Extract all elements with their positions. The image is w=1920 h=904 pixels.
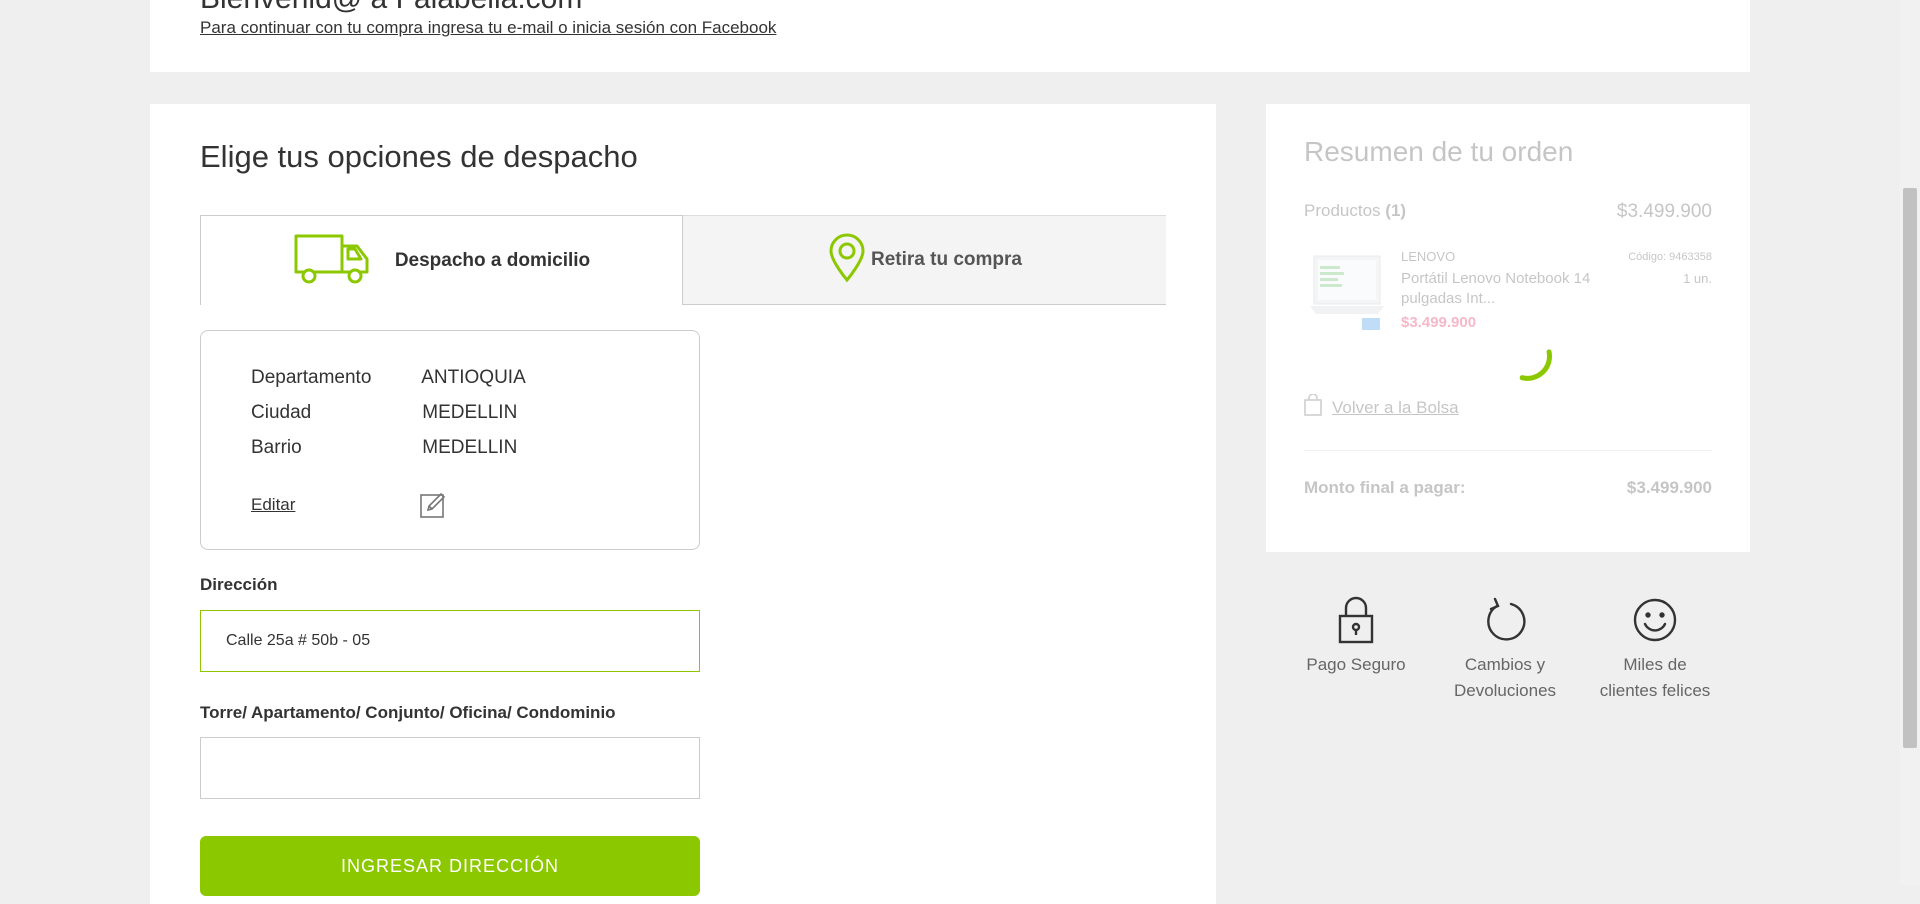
smiley-icon [1580,596,1730,644]
address-label: Dirección [200,575,278,594]
refresh-icon [1430,596,1580,644]
edit-pencil-icon[interactable] [419,491,447,519]
total-label: Monto final a pagar: [1304,478,1466,497]
location-row-barrio: Barrio MEDELLIN [251,437,517,459]
location-pin-icon [827,233,867,288]
location-label: Ciudad [251,402,312,423]
submit-address-button[interactable]: INGRESAR DIRECCIÓN [200,836,700,896]
tab-home-delivery-label: Despacho a domicilio [394,249,591,271]
product-brand: LENOVO [1401,249,1456,264]
location-row-departamento: Departamento ANTIOQUIA [251,367,526,389]
order-summary-card: Resumen de tu orden Productos (1) $3.499… [1266,104,1750,552]
total-value: $3.499.900 [1626,478,1712,497]
product-image [1310,254,1385,334]
summary-title: Resumen de tu orden [1304,136,1574,167]
location-label: Departamento [251,367,372,388]
location-value: MEDELLIN [422,402,518,423]
badge-line1: Pago Seguro [1306,655,1406,674]
address-input[interactable] [200,610,700,672]
page-title: Elige tus opciones de despacho [200,139,638,174]
badge-line2: clientes felices [1599,681,1711,700]
shipping-tabs: Despacho a domicilio Retira tu compra [200,215,1166,305]
badge-returns: Cambios y Devoluciones [1430,596,1580,704]
location-value: MEDELLIN [422,437,518,458]
welcome-title: Bienvenid@ a Falabella.com [200,0,582,16]
lock-icon [1281,596,1431,644]
tab-store-pickup-label: Retira tu compra [871,249,1022,270]
scrollbar-thumb[interactable] [1903,188,1917,748]
products-count: (1) [1385,201,1407,220]
back-to-bag-link[interactable]: Volver a la Bolsa [1304,393,1459,421]
welcome-card: Bienvenid@ a Falabella.com Para continua… [150,0,1750,72]
location-row-ciudad: Ciudad MEDELLIN [251,402,517,424]
product-code: Código: 9463358 [1628,251,1712,263]
location-value: ANTIOQUIA [421,367,526,388]
shopping-bag-icon [1304,393,1322,421]
badge-happy-clients: Miles de clientes felices [1580,596,1730,704]
products-total: $3.499.900 [1616,201,1712,222]
badge-line2: Devoluciones [1453,681,1557,700]
truck-icon [293,231,371,290]
summary-divider [1304,450,1712,451]
tab-store-pickup[interactable]: Retira tu compra [683,215,1166,305]
location-label: Barrio [251,437,302,458]
product-quantity: 1 un. [1683,271,1712,286]
login-prompt-link[interactable]: Para continuar con tu compra ingresa tu … [200,18,776,38]
badge-line1: Cambios y [1464,655,1546,674]
shipping-card: Elige tus opciones de despacho Despacho … [150,104,1216,904]
product-price: $3.499.900 [1401,314,1477,331]
tab-home-delivery[interactable]: Despacho a domicilio [200,215,683,305]
loading-spinner-icon [1496,326,1556,386]
badge-line1: Miles de [1623,655,1687,674]
extra-address-input[interactable] [200,737,700,799]
page-scrollbar[interactable] [1900,0,1920,885]
products-label: Productos [1304,201,1381,220]
badge-secure-payment: Pago Seguro [1281,596,1431,678]
summary-products: Productos (1) [1304,201,1406,221]
back-to-bag-label: Volver a la Bolsa [1332,397,1459,417]
location-summary: Departamento ANTIOQUIA Ciudad MEDELLIN B… [200,330,700,550]
extra-address-label: Torre/ Apartamento/ Conjunto/ Oficina/ C… [200,703,616,722]
edit-location-link[interactable]: Editar [251,495,295,515]
product-name: Portátil Lenovo Notebook 14 pulgadas Int… [1401,270,1591,307]
